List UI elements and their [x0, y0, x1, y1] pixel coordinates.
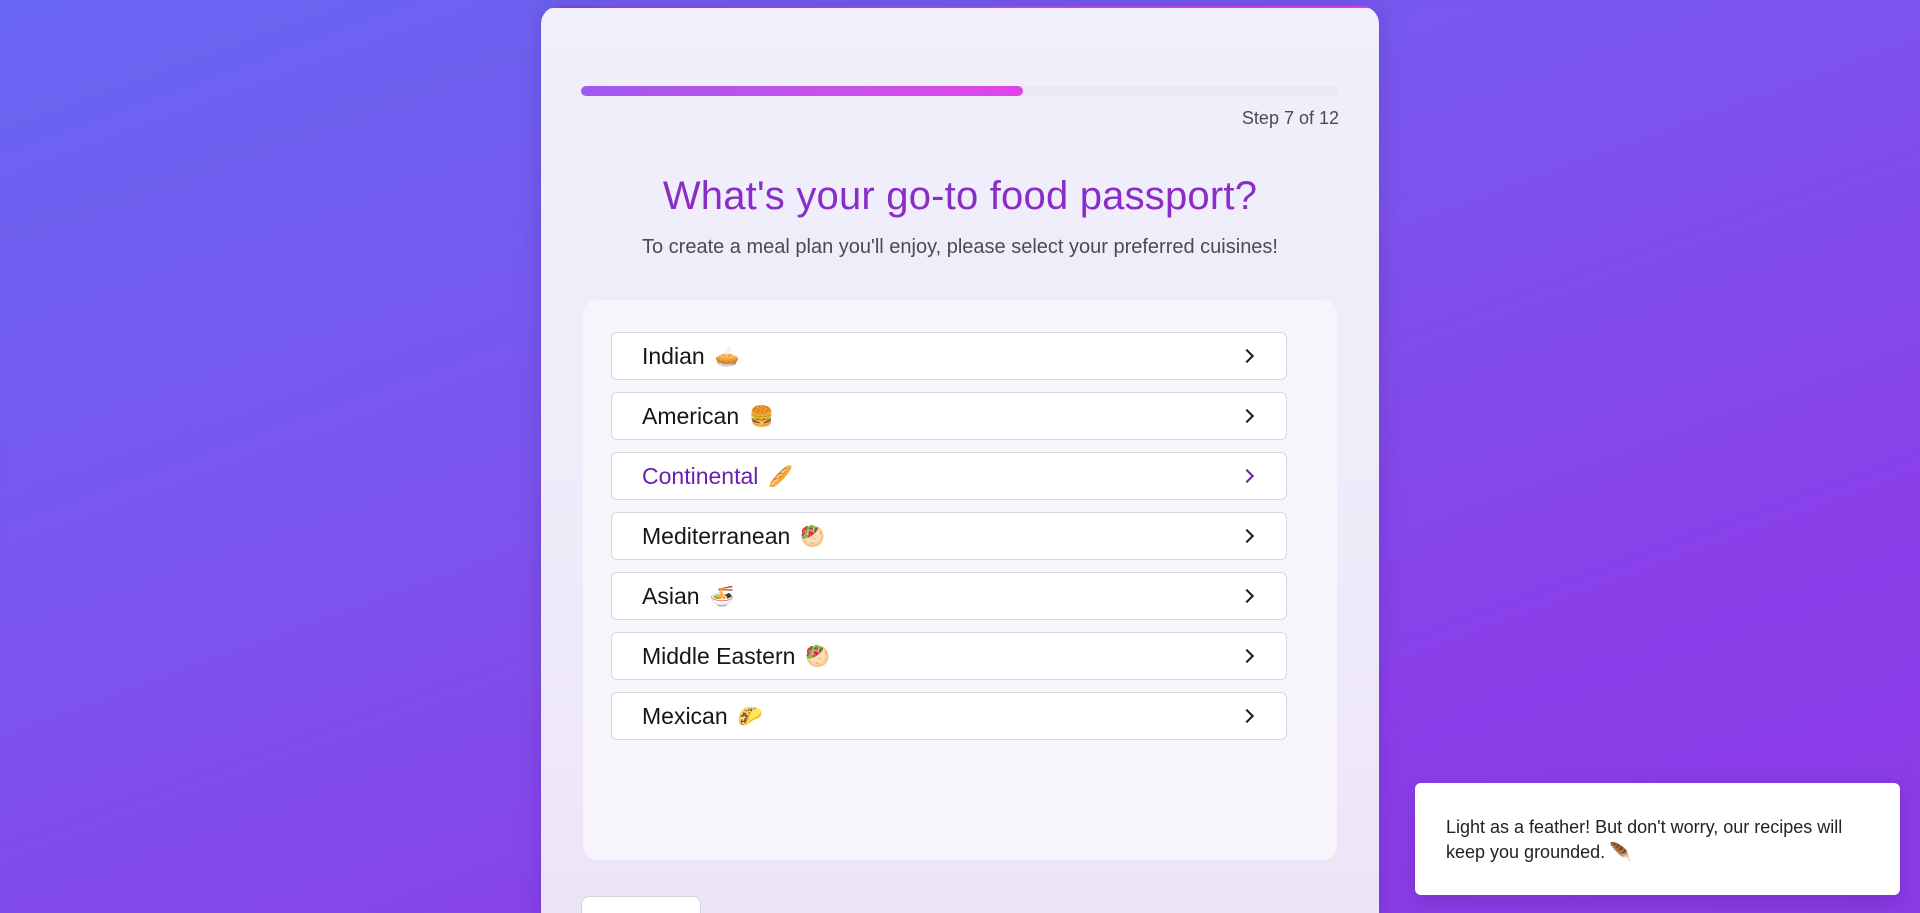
option-label: Mediterranean	[642, 522, 791, 549]
cuisine-options-panel: Indian 🥧 American 🍔 Continental 🥖 Medite…	[583, 300, 1337, 860]
chevron-right-icon	[1239, 468, 1255, 484]
feather-icon: 🪶	[1609, 842, 1632, 863]
chevron-right-icon	[1239, 348, 1255, 364]
noodle-bowl-icon: 🍜	[709, 584, 735, 608]
back-button[interactable]	[581, 896, 701, 913]
option-american[interactable]: American 🍔	[611, 392, 1287, 440]
chevron-right-icon	[1239, 408, 1255, 424]
option-mediterranean[interactable]: Mediterranean 🥙	[611, 512, 1287, 560]
flatbread-icon: 🥙	[800, 524, 826, 548]
step-indicator: Step 7 of 12	[1241, 108, 1339, 128]
toast-notification: Light as a feather! But don't worry, our…	[1415, 783, 1900, 895]
option-label: American	[642, 402, 740, 429]
option-middle-eastern[interactable]: Middle Eastern 🥙	[611, 632, 1287, 680]
question-subtitle: To create a meal plan you'll enjoy, plea…	[641, 236, 1278, 258]
chevron-right-icon	[1239, 528, 1255, 544]
burger-icon: 🍔	[749, 404, 775, 428]
option-label: Middle Eastern	[642, 642, 796, 669]
option-indian[interactable]: Indian 🥧	[611, 332, 1287, 380]
questionnaire-card: Step 7 of 12 What's your go-to food pass…	[541, 6, 1379, 913]
chevron-right-icon	[1239, 648, 1255, 664]
progress-bar-fill	[581, 86, 1023, 96]
progress-bar	[581, 86, 1339, 96]
option-label: Mexican	[642, 702, 728, 729]
chevron-right-icon	[1239, 588, 1255, 604]
pie-icon: 🥧	[714, 344, 740, 368]
card-top-edge	[541, 8, 1379, 20]
option-asian[interactable]: Asian 🍜	[611, 572, 1287, 620]
option-label: Continental	[642, 462, 759, 489]
option-continental[interactable]: Continental 🥖	[611, 452, 1287, 500]
option-mexican[interactable]: Mexican 🌮	[611, 692, 1287, 740]
chevron-right-icon	[1239, 708, 1255, 724]
question-title: What's your go-to food passport?	[662, 174, 1258, 218]
flatbread-icon: 🥙	[805, 644, 831, 668]
toast-message: Light as a feather! But don't worry, our…	[1446, 817, 1843, 862]
baguette-icon: 🥖	[768, 464, 794, 488]
taco-icon: 🌮	[737, 704, 763, 728]
option-label: Asian	[642, 582, 700, 609]
option-label: Indian	[642, 342, 705, 369]
